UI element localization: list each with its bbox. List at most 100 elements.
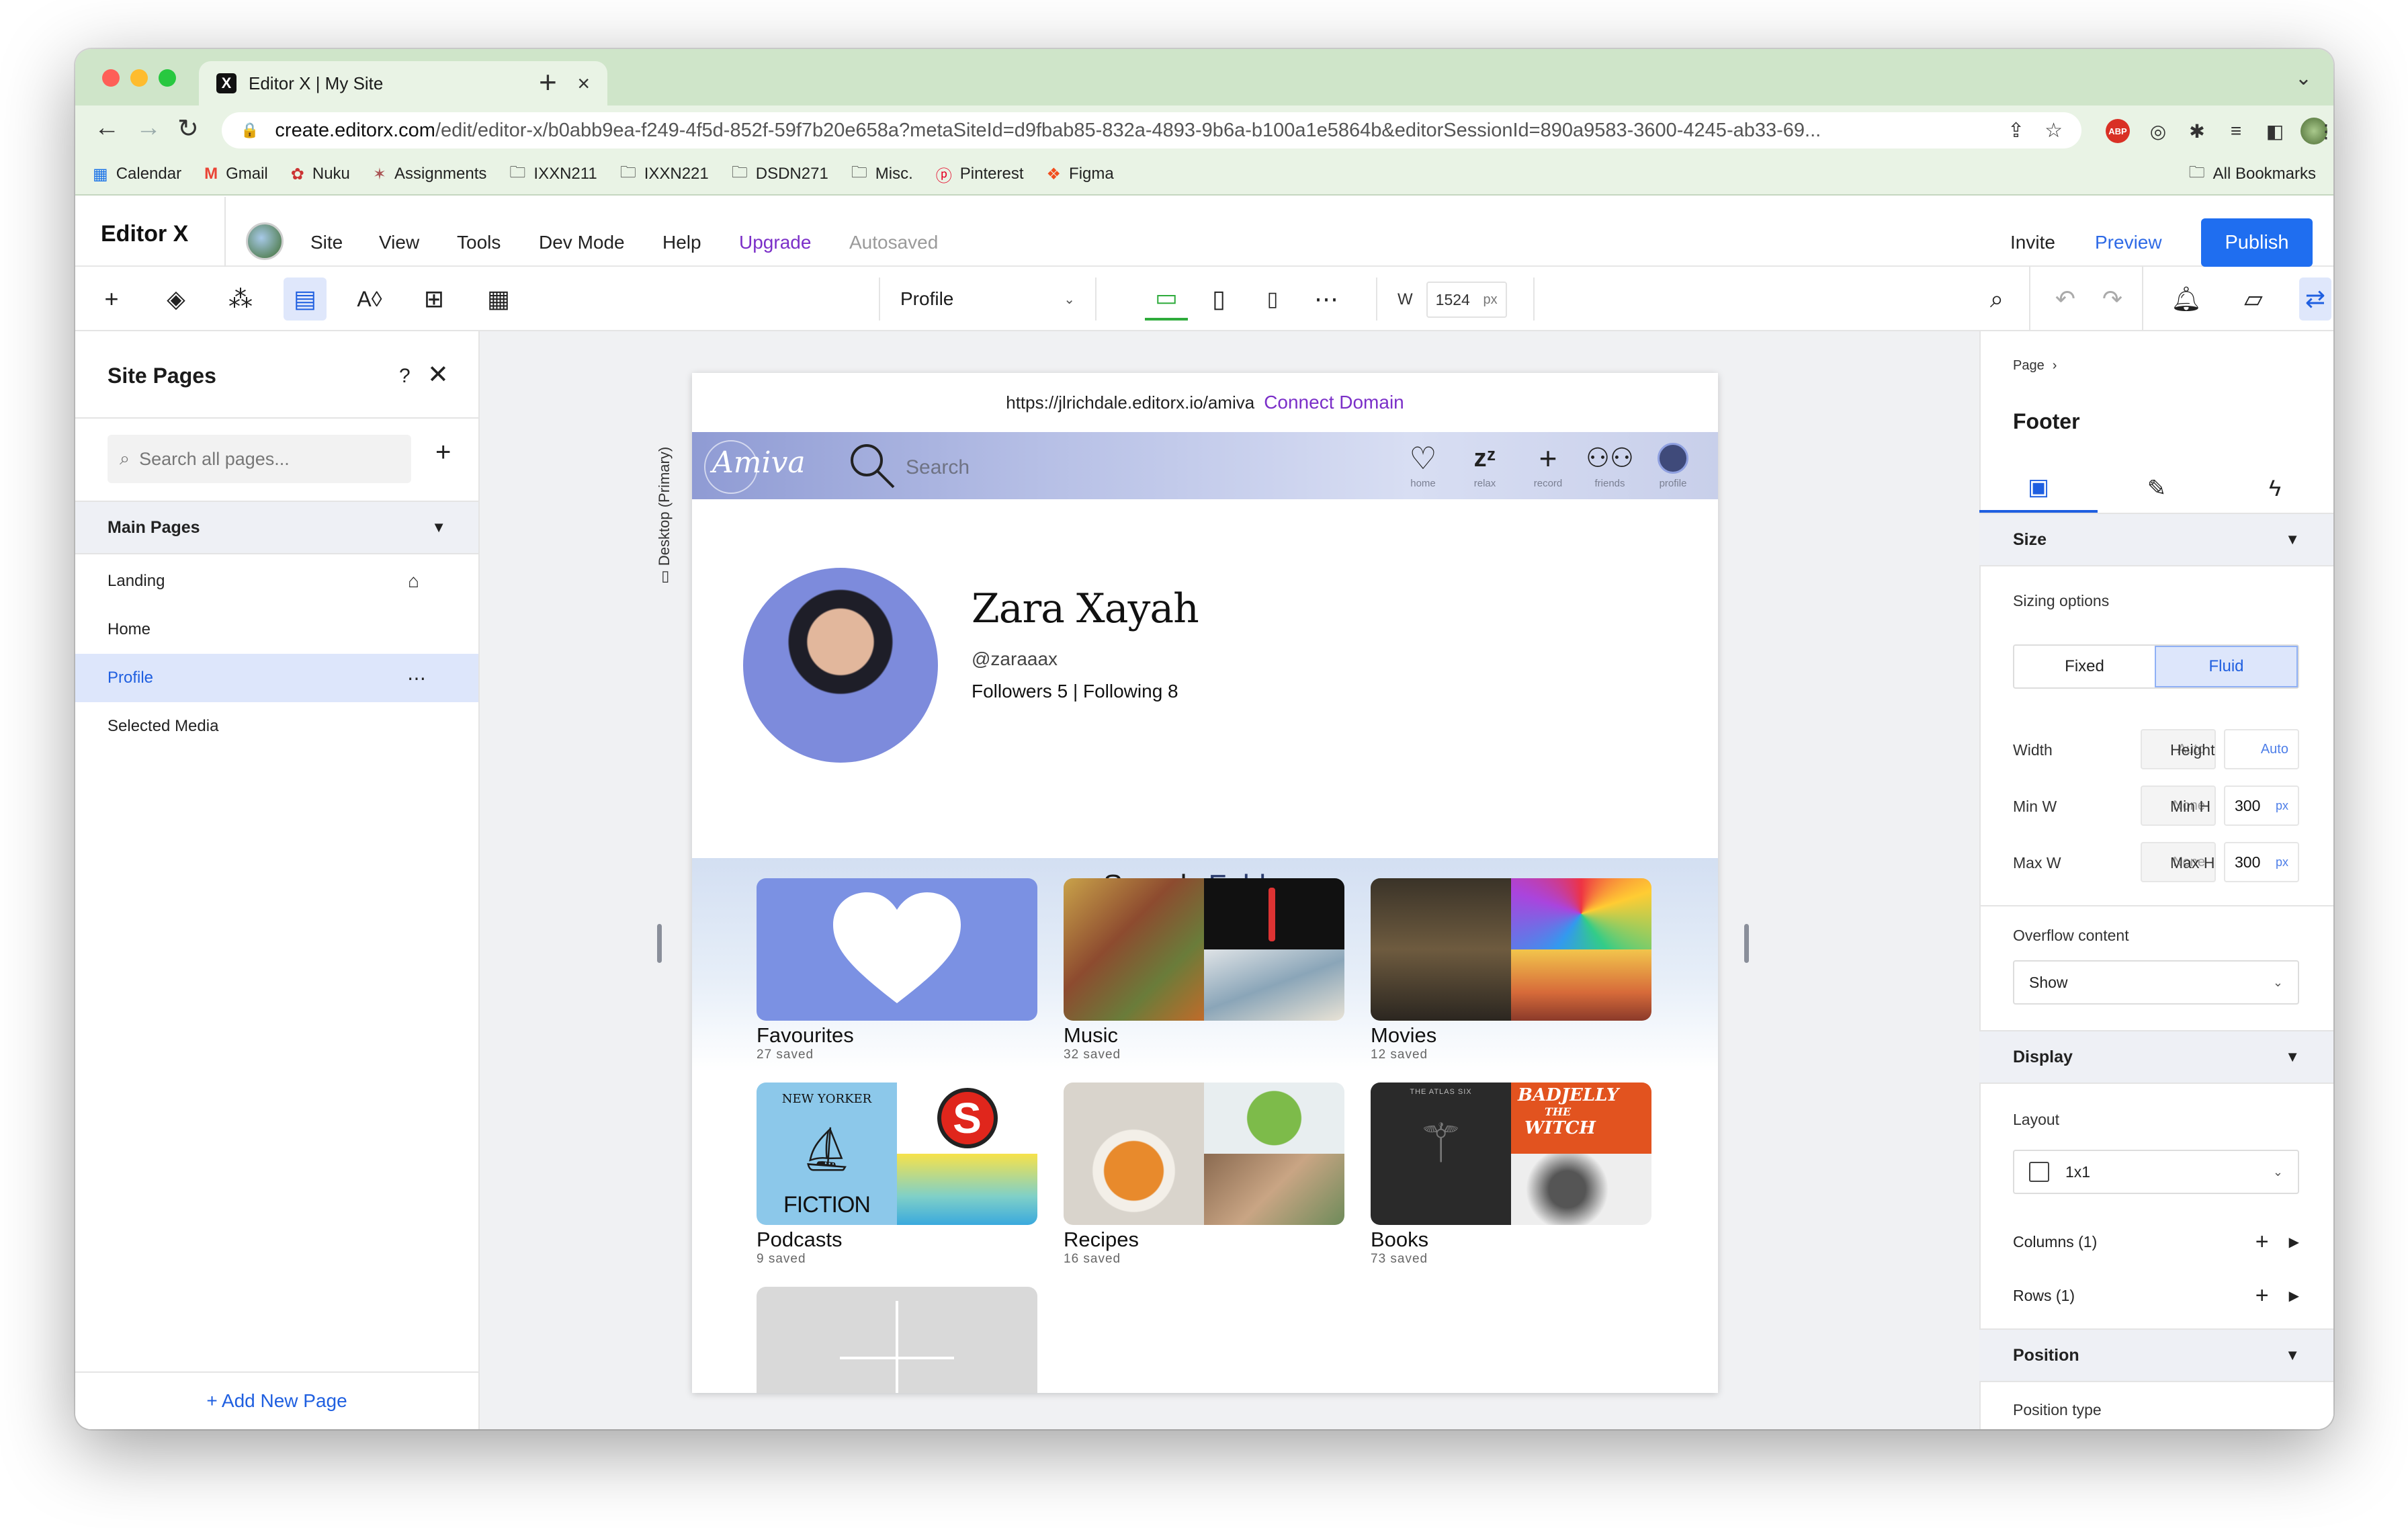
bookmark-calendar[interactable]: ▦ Calendar [93, 165, 181, 184]
bookmark-gmail[interactable]: M Gmail [204, 165, 268, 183]
menu-help[interactable]: Help [662, 232, 701, 253]
connect-domain-link[interactable]: Connect Domain [1264, 392, 1404, 413]
puzzle-extensions-icon[interactable]: ✱ [2182, 116, 2212, 146]
bookmark-assignments[interactable]: ✶ Assignments [373, 165, 487, 184]
bookmark-star-icon[interactable]: ☆ [2045, 119, 2063, 142]
layout-tab-icon[interactable]: ▣ [1979, 464, 2098, 513]
expand-arrow-icon[interactable]: ▶ [2289, 1287, 2299, 1304]
more-breakpoints-icon[interactable]: ⋯ [1305, 278, 1348, 321]
nav-home[interactable]: ♡ home [1396, 439, 1450, 498]
comments-icon[interactable]: ▱ [2232, 278, 2275, 321]
page-item-selected-media[interactable]: Selected Media [75, 702, 478, 751]
bookmark-figma[interactable]: ❖ Figma [1047, 165, 1114, 184]
close-tab-icon[interactable]: × [577, 71, 590, 96]
resize-handle-right[interactable] [1744, 924, 1749, 963]
redo-icon[interactable]: ↷ [2091, 278, 2134, 321]
folder-card-podcasts[interactable]: NEW YORKER ⛵︎ FICTION S [757, 1083, 1037, 1225]
site-logo[interactable]: Amiva [712, 445, 806, 480]
width-input[interactable]: 1524 px [1426, 282, 1507, 318]
add-page-icon[interactable]: + [435, 437, 451, 468]
height-input[interactable]: Auto [2224, 729, 2299, 769]
close-icon[interactable]: ✕ [427, 359, 449, 390]
menu-dev-mode[interactable]: Dev Mode [539, 232, 625, 253]
page-selector[interactable]: Profile ⌄ [882, 278, 1094, 321]
bookmark-misc[interactable]: 🗀 Misc. [851, 161, 913, 188]
size-section[interactable]: Size ▼ [1979, 513, 2333, 566]
nav-relax[interactable]: zᶻ relax [1458, 439, 1512, 498]
nav-record[interactable]: + record [1521, 439, 1575, 498]
new-tab-icon[interactable]: + [539, 64, 557, 100]
more-options-icon[interactable]: ⋯ [407, 667, 426, 689]
folder-card-movies[interactable] [1371, 878, 1651, 1021]
minimize-window-button[interactable] [130, 69, 148, 87]
forward-icon[interactable]: → [136, 114, 161, 142]
apps-icon[interactable]: ⊞ [413, 278, 456, 321]
search-icon[interactable] [845, 439, 899, 493]
fluid-option[interactable]: Fluid [2155, 646, 2298, 687]
help-icon[interactable]: ? [399, 365, 411, 388]
tablet-breakpoint-icon[interactable]: ▯ [1197, 278, 1240, 321]
overflow-dropdown[interactable]: Show ⌄ [2013, 960, 2299, 1005]
back-icon[interactable]: ← [94, 114, 120, 142]
address-bar[interactable]: 🔒 create.editorx.com/edit/editor-x/b0abb… [222, 112, 2081, 148]
reload-icon[interactable]: ↻ [177, 114, 199, 144]
site-search-input[interactable]: Search [906, 456, 970, 479]
page-item-profile[interactable]: Profile ⋯ [75, 654, 478, 702]
side-panel-icon[interactable]: ◧ [2260, 116, 2290, 146]
design-brush-icon[interactable]: ✎ [2098, 464, 2216, 513]
folder-card-favourites[interactable] [757, 878, 1037, 1021]
nav-friends[interactable]: ⚇⚇ friends [1583, 439, 1637, 498]
components-icon[interactable]: ⁂ [219, 278, 262, 321]
reading-list-icon[interactable]: ≡ [2221, 116, 2251, 146]
mobile-breakpoint-icon[interactable]: ▯ [1251, 278, 1294, 321]
bookmark-ixxn221[interactable]: 🗀 IXXN221 [620, 161, 709, 188]
upgrade-link[interactable]: Upgrade [739, 232, 811, 253]
main-pages-section[interactable]: Main Pages ▼ [75, 501, 478, 554]
menu-tools[interactable]: Tools [457, 232, 501, 253]
profile-follow-counts[interactable]: Followers 5 | Following 8 [972, 681, 1178, 702]
editor-logo[interactable]: Editor X [101, 221, 188, 247]
site-preview-frame[interactable]: https://jlrichdale.editorx.io/amiva Conn… [692, 373, 1718, 1393]
add-folder-card[interactable] [757, 1287, 1037, 1393]
page-item-landing[interactable]: Landing ⌂ [75, 557, 478, 605]
page-item-home[interactable]: Home [75, 605, 478, 654]
theme-icon[interactable]: A◊ [348, 278, 391, 321]
cms-table-icon[interactable]: ▦ [477, 278, 520, 321]
folder-card-books[interactable]: THE ATLAS SIX ⚚ BADJELLY THE WITCH [1371, 1083, 1651, 1225]
extension-icon[interactable]: ◎ [2143, 116, 2173, 146]
zoom-search-icon[interactable]: ⌕ [1975, 278, 2018, 321]
menu-view[interactable]: View [379, 232, 419, 253]
search-pages-input[interactable]: ⌕ Search all pages... [108, 435, 411, 483]
adblock-extension-icon[interactable]: ABP [2106, 119, 2130, 143]
menu-site[interactable]: Site [310, 232, 343, 253]
folder-card-music[interactable] [1064, 878, 1344, 1021]
site-thumbnail-icon[interactable] [246, 222, 284, 260]
preview-button[interactable]: Preview [2095, 232, 2162, 253]
resize-handle-left[interactable] [657, 924, 662, 963]
undo-icon[interactable]: ↶ [2044, 278, 2087, 321]
bookmark-pinterest[interactable]: ⓟ Pinterest [936, 163, 1024, 186]
add-column-icon[interactable]: + [2255, 1229, 2269, 1255]
max-height-input[interactable]: 300 px [2224, 842, 2299, 882]
expand-arrow-icon[interactable]: ▶ [2289, 1234, 2299, 1250]
bookmark-dsdn271[interactable]: 🗀 DSDN271 [732, 161, 828, 188]
share-icon[interactable]: ⇪ [2008, 119, 2024, 142]
bookmark-ixxn211[interactable]: 🗀 IXXN211 [509, 161, 597, 188]
add-row-icon[interactable]: + [2255, 1283, 2269, 1309]
layout-dropdown[interactable]: 1x1 ⌄ [2013, 1150, 2299, 1194]
min-height-input[interactable]: 300 px [2224, 786, 2299, 826]
position-section[interactable]: Position ▼ [1979, 1328, 2333, 1382]
display-section[interactable]: Display ▼ [1979, 1030, 2333, 1084]
desktop-breakpoint-icon[interactable]: ▭ [1145, 278, 1188, 321]
close-window-button[interactable] [102, 69, 120, 87]
layers-icon[interactable]: ◈ [155, 278, 198, 321]
tab-search-chevron-icon[interactable]: ⌄ [2295, 67, 2312, 90]
all-bookmarks[interactable]: 🗀 All Bookmarks [2189, 161, 2316, 188]
inspector-toggle-icon[interactable]: ⇄ [2299, 278, 2331, 321]
invite-button[interactable]: Invite [2010, 232, 2055, 253]
folder-card-recipes[interactable] [1064, 1083, 1344, 1225]
notifications-bell-icon[interactable]: 🔔︎ [2165, 278, 2208, 321]
publish-button[interactable]: Publish [2201, 218, 2313, 267]
browser-menu-icon[interactable]: ⋮ [2317, 116, 2333, 146]
pages-icon[interactable]: ▤ [284, 278, 327, 321]
